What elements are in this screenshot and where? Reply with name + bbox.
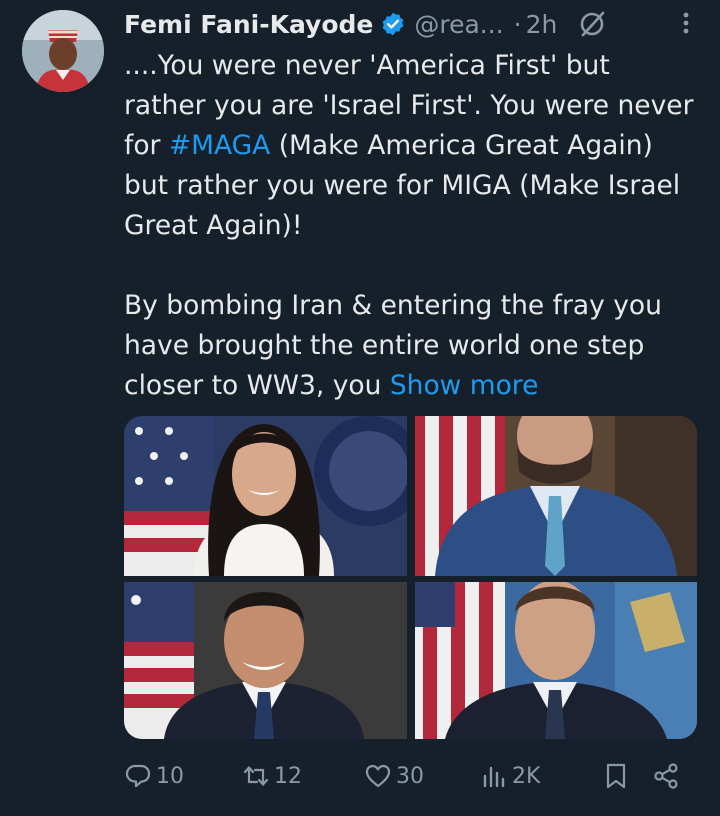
share-icon [654, 763, 678, 789]
tweet-text: ....You were never 'America First' but r… [124, 46, 699, 406]
media-photo-1[interactable] [124, 416, 407, 576]
photo-2-image [415, 416, 697, 576]
reply-icon [125, 764, 151, 788]
avatar[interactable] [22, 10, 104, 92]
repost-count: 12 [274, 763, 302, 789]
avatar-image [22, 10, 104, 92]
views-count: 2K [512, 763, 541, 789]
more-vertical-icon[interactable] [680, 8, 692, 38]
repost-button[interactable]: 12 [242, 756, 302, 796]
tweet[interactable]: Femi Fani-Kayode @rea... · 2h ....You we… [0, 0, 720, 816]
like-count: 30 [396, 763, 424, 789]
header-separator: · [513, 9, 522, 39]
reply-count: 10 [156, 763, 184, 789]
media-photo-4[interactable] [415, 582, 697, 739]
grok-icon[interactable] [577, 9, 607, 39]
tweet-timestamp[interactable]: 2h [526, 10, 558, 39]
show-more-link[interactable]: Show more [390, 370, 539, 401]
verified-badge-icon [380, 11, 406, 37]
like-button[interactable]: 30 [364, 756, 424, 796]
media-grid [124, 416, 697, 739]
tweet-actions: 10 12 30 2K [124, 756, 684, 796]
hashtag-link[interactable]: #MAGA [169, 130, 270, 161]
heart-icon [365, 764, 391, 788]
photo-4-image [415, 582, 697, 739]
share-button[interactable] [652, 756, 684, 796]
photo-1-image [124, 416, 407, 576]
tweet-paragraph-1: ....You were never 'America First' but r… [124, 46, 699, 246]
bookmark-icon [606, 763, 626, 789]
author-name[interactable]: Femi Fani-Kayode [124, 10, 373, 39]
media-photo-2[interactable] [415, 416, 697, 576]
photo-3-image [124, 582, 407, 739]
repost-icon [243, 766, 269, 786]
bookmark-button[interactable] [602, 756, 634, 796]
views-chart-icon [483, 766, 505, 788]
tweet-header: Femi Fani-Kayode @rea... · 2h [124, 2, 720, 46]
author-handle[interactable]: @rea... [414, 10, 503, 39]
tweet-paragraph-2: By bombing Iran & entering the fray you … [124, 286, 699, 406]
views-button[interactable]: 2K [480, 756, 540, 796]
reply-button[interactable]: 10 [124, 756, 184, 796]
media-photo-3[interactable] [124, 582, 407, 739]
